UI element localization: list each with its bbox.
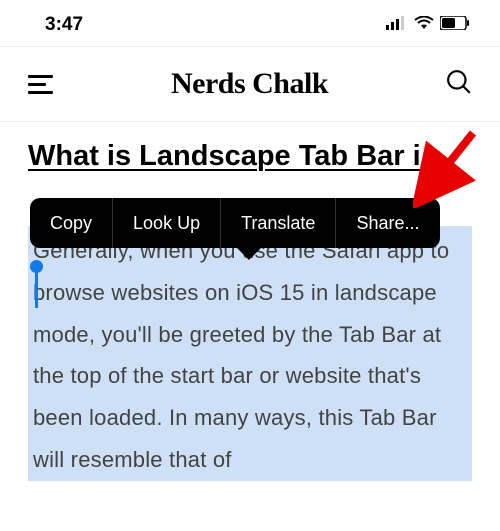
translate-button[interactable]: Translate [221,198,336,248]
lookup-button[interactable]: Look Up [113,198,221,248]
cellular-icon [386,16,408,35]
selection-caret[interactable] [35,268,38,308]
status-time: 3:47 [45,14,83,36]
annotation-arrow-icon [413,128,488,213]
status-bar: 3:47 [0,0,500,46]
wifi-icon [414,16,434,35]
status-icons [386,16,470,35]
search-button[interactable] [446,69,472,100]
menu-tail-icon [237,248,261,260]
text-selection-menu: Copy Look Up Translate Share... [30,198,440,248]
copy-button[interactable]: Copy [30,198,113,248]
battery-icon [440,16,470,35]
menu-button[interactable] [28,75,53,94]
site-title[interactable]: Nerds Chalk [171,67,328,101]
article-body[interactable]: Generally, when you use the Safari app t… [28,226,472,481]
site-header: Nerds Chalk [0,46,500,122]
article-title: What is Landscape Tab Bar i [28,140,472,173]
